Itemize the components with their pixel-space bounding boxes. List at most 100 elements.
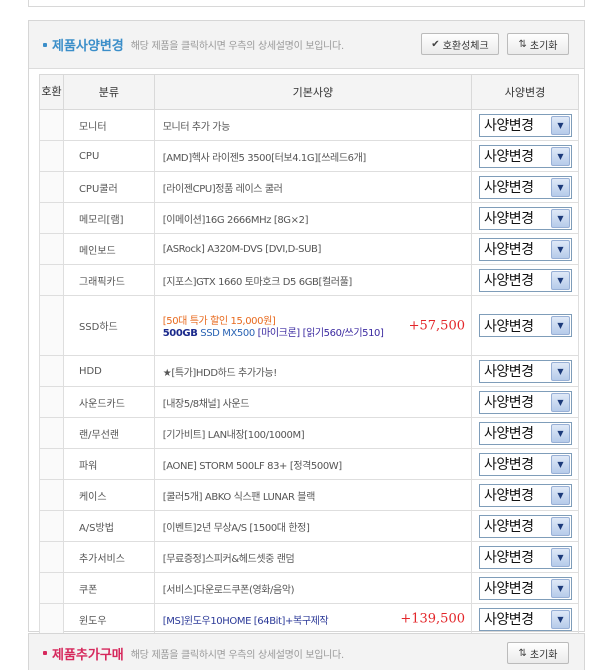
- category-cell: HDD: [62, 355, 155, 387]
- spec-row[interactable]: 파워 [AONE] STORM 500LF 83+ [정격500W] 사양변경 ▼: [39, 448, 579, 480]
- spec-cell[interactable]: ★[특가]HDD하드 추가가능!: [153, 355, 473, 387]
- spec-row[interactable]: 사운드카드 [내장5/8채널] 사운드 사양변경 ▼: [39, 386, 579, 418]
- spec-cell[interactable]: [쿨러5개] ABKO 식스팬 LUNAR 블랙: [153, 479, 473, 511]
- compat-cell: [39, 417, 64, 449]
- extra-reset-button[interactable]: ⇅ 초기화: [507, 642, 569, 664]
- chevron-down-icon[interactable]: ▼: [551, 316, 570, 335]
- price-text: +139,500: [400, 611, 465, 627]
- reset-label: 초기화: [529, 40, 558, 52]
- category-cell: A/S방법: [62, 510, 155, 542]
- spec-row[interactable]: HDD ★[특가]HDD하드 추가가능! 사양변경 ▼: [39, 355, 579, 387]
- spec-text: [라이젠CPU]정품 레이스 쿨러: [162, 183, 283, 195]
- spec-row[interactable]: A/S방법 [이벤트]2년 무상A/S [1500대 한정] 사양변경 ▼: [39, 510, 579, 542]
- spec-row[interactable]: 모니터 모니터 추가 가능 사양변경 ▼: [39, 109, 579, 141]
- compat-cell: [39, 171, 64, 203]
- spec-row[interactable]: 그래픽카드 [지포스]GTX 1660 토마호크 D5 6GB[컬러풀] 사양변경 ▼: [39, 264, 579, 296]
- spec-change-select[interactable]: 사양변경 ▼: [479, 175, 572, 199]
- spec-cell[interactable]: [AMD]헥사 라이젠5 3500[터보4.1G][쓰레드6개]: [153, 140, 473, 172]
- spec-change-select[interactable]: 사양변경 ▼: [479, 206, 572, 230]
- spec-row[interactable]: SSD하드 [50대 특가 할인 15,000원] 500GB SSD MX500 …: [39, 295, 579, 356]
- spec-row[interactable]: 쿠폰 [서비스]다운로드쿠폰(영화/음악) 사양변경 ▼: [39, 572, 579, 604]
- spec-change-select[interactable]: 사양변경 ▼: [479, 314, 572, 337]
- spec-cell[interactable]: [서비스]다운로드쿠폰(영화/음악): [153, 572, 473, 604]
- spec-cell[interactable]: [ASRock] A320M-DVS [DVI,D-SUB]: [153, 233, 473, 265]
- spec-change-select[interactable]: 사양변경 ▼: [479, 452, 572, 476]
- spec-cell[interactable]: [내장5/8채널] 사운드: [153, 386, 473, 418]
- spec-cell[interactable]: [기가비트] LAN내장[100/1000M]: [153, 417, 473, 449]
- compat-check-button[interactable]: ✔ 호환성체크: [421, 33, 499, 55]
- spec-cell[interactable]: [50대 특가 할인 15,000원] 500GB SSD MX500 [마이크론…: [153, 295, 473, 356]
- spec-cell[interactable]: [AONE] STORM 500LF 83+ [정격500W]: [153, 448, 473, 480]
- ssd-capacity: 500GB: [162, 327, 198, 339]
- select-label: 사양변경: [484, 242, 534, 258]
- spec-change-select[interactable]: 사양변경 ▼: [479, 144, 572, 168]
- spec-cell[interactable]: 모니터 추가 가능: [153, 109, 473, 141]
- chevron-down-icon[interactable]: ▼: [551, 516, 570, 536]
- chevron-down-icon[interactable]: ▼: [551, 361, 570, 381]
- spec-row[interactable]: 메모리[램] [이메이션]16G 2666MHz [8G×2] 사양변경 ▼: [39, 202, 579, 234]
- spec-cell[interactable]: [이메이션]16G 2666MHz [8G×2]: [153, 202, 473, 234]
- chevron-down-icon[interactable]: ▼: [551, 454, 570, 474]
- sort-arrows-icon: ⇅: [518, 38, 527, 50]
- spec-change-select[interactable]: 사양변경 ▼: [479, 237, 572, 261]
- spec-text: [쿨러5개] ABKO 식스팬 LUNAR 블랙: [162, 491, 316, 503]
- spec-change-select[interactable]: 사양변경 ▼: [479, 483, 572, 507]
- spec-row[interactable]: 윈도우 [MS]윈도우10HOME [64Bit]+복구제작 +139,500 사양변…: [39, 603, 579, 635]
- chevron-down-icon[interactable]: ▼: [551, 485, 570, 505]
- spec-change-select[interactable]: 사양변경 ▼: [479, 545, 572, 569]
- spec-row[interactable]: 추가서비스 [무료증정]스피커&헤드셋중 랜덤 사양변경 ▼: [39, 541, 579, 573]
- spec-row[interactable]: 케이스 [쿨러5개] ABKO 식스팬 LUNAR 블랙 사양변경 ▼: [39, 479, 579, 511]
- select-label: 사양변경: [484, 581, 534, 597]
- chevron-down-icon[interactable]: ▼: [551, 115, 570, 135]
- chevron-down-icon[interactable]: ▼: [551, 239, 570, 259]
- spec-change-select[interactable]: 사양변경 ▼: [479, 268, 572, 292]
- spec-text: [지포스]GTX 1660 토마호크 D5 6GB[컬러풀]: [162, 276, 353, 288]
- spec-cell[interactable]: [지포스]GTX 1660 토마호크 D5 6GB[컬러풀]: [153, 264, 473, 296]
- extra-purchase-title: 제품추가구매: [52, 647, 124, 663]
- ssd-maker: [마이크론]: [257, 327, 301, 339]
- chevron-down-icon[interactable]: ▼: [551, 423, 570, 443]
- chevron-down-icon[interactable]: ▼: [551, 208, 570, 228]
- spec-text: [MS]윈도우10HOME [64Bit]+복구제작: [162, 615, 329, 627]
- chevron-down-icon[interactable]: ▼: [551, 177, 570, 197]
- spec-cell[interactable]: [MS]윈도우10HOME [64Bit]+복구제작 +139,500: [153, 603, 473, 635]
- spec-change-select[interactable]: 사양변경 ▼: [479, 359, 572, 383]
- spec-change-cell: 사양변경 ▼: [471, 355, 579, 387]
- spec-row[interactable]: 메인보드 [ASRock] A320M-DVS [DVI,D-SUB] 사양변경 ▼: [39, 233, 579, 265]
- spec-change-select[interactable]: 사양변경 ▼: [479, 514, 572, 538]
- spec-change-select[interactable]: 사양변경 ▼: [479, 113, 572, 137]
- spec-row[interactable]: 랜/무선랜 [기가비트] LAN내장[100/1000M] 사양변경 ▼: [39, 417, 579, 449]
- spec-change-cell: 사양변경 ▼: [471, 541, 579, 573]
- spec-text: [ASRock] A320M-DVS [DVI,D-SUB]: [162, 243, 322, 255]
- spec-cell[interactable]: [라이젠CPU]정품 레이스 쿨러: [153, 171, 473, 203]
- chevron-down-icon[interactable]: ▼: [551, 609, 570, 629]
- compat-cell: [39, 202, 64, 234]
- select-label: 사양변경: [484, 395, 534, 411]
- spec-change-select[interactable]: 사양변경 ▼: [479, 607, 572, 631]
- category-cell: CPU쿨러: [62, 171, 155, 203]
- spec-cell[interactable]: [이벤트]2년 무상A/S [1500대 한정]: [153, 510, 473, 542]
- category-cell: 랜/무선랜: [62, 417, 155, 449]
- select-label: 사양변경: [484, 149, 534, 165]
- spec-change-select[interactable]: 사양변경 ▼: [479, 421, 572, 445]
- check-icon: ✔: [431, 38, 440, 50]
- reset-button[interactable]: ⇅ 초기화: [507, 33, 569, 55]
- chevron-down-icon[interactable]: ▼: [551, 270, 570, 290]
- spec-cell[interactable]: [무료증정]스피커&헤드셋중 랜덤: [153, 541, 473, 573]
- spec-change-title: 제품사양변경: [52, 39, 124, 54]
- select-label: 사양변경: [484, 550, 534, 566]
- spec-change-select[interactable]: 사양변경 ▼: [479, 576, 572, 600]
- chevron-down-icon[interactable]: ▼: [551, 146, 570, 166]
- spec-change-cell: 사양변경 ▼: [471, 295, 579, 356]
- chevron-down-icon[interactable]: ▼: [551, 547, 570, 567]
- spec-change-select[interactable]: 사양변경 ▼: [479, 390, 572, 414]
- category-cell: 그래픽카드: [62, 264, 155, 296]
- spec-text: [AONE] STORM 500LF 83+ [정격500W]: [162, 460, 342, 472]
- chevron-down-icon[interactable]: ▼: [551, 578, 570, 598]
- select-label: 사양변경: [484, 273, 534, 289]
- chevron-down-icon[interactable]: ▼: [551, 392, 570, 412]
- extra-purchase-description: 해당 제품을 클릭하시면 우측의 상세설명이 보입니다.: [130, 649, 344, 661]
- select-label: 사양변경: [484, 180, 534, 196]
- spec-row[interactable]: CPU쿨러 [라이젠CPU]정품 레이스 쿨러 사양변경 ▼: [39, 171, 579, 203]
- spec-row[interactable]: CPU [AMD]헥사 라이젠5 3500[터보4.1G][쓰레드6개] 사양변경 ▼: [39, 140, 579, 172]
